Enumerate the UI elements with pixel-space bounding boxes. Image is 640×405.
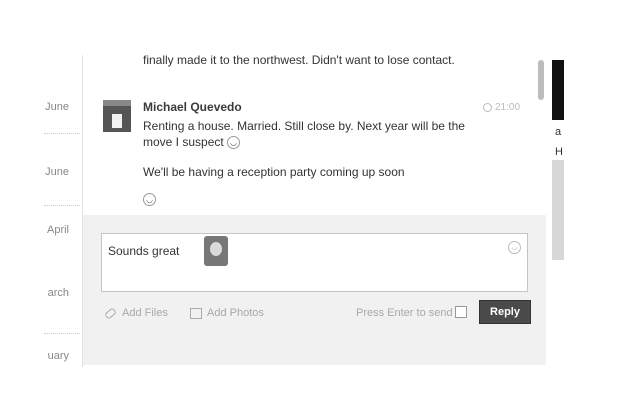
reply-input[interactable]: Sounds great ◡: [101, 233, 528, 292]
timeline-month[interactable]: June: [45, 166, 69, 178]
clock-icon: [483, 102, 492, 112]
paperclip-icon: [104, 306, 117, 320]
message-author[interactable]: Michael Quevedo: [143, 100, 242, 114]
side-text: H: [555, 146, 563, 158]
add-photos-button[interactable]: Add Photos: [190, 307, 264, 319]
add-files-button[interactable]: Add Files: [104, 306, 168, 320]
enter-to-send-checkbox[interactable]: [455, 306, 467, 318]
timeline-month[interactable]: April: [47, 224, 69, 236]
inline-photo: [204, 236, 228, 266]
reply-button[interactable]: Reply: [479, 300, 531, 324]
message-text: Renting a house. Married. Still close by…: [143, 119, 465, 150]
divider: [44, 205, 80, 206]
scrollbar[interactable]: [538, 60, 544, 100]
compose-area: Sounds great ◡ Add Files Add Photos Pres…: [83, 215, 546, 365]
timeline-month[interactable]: June: [45, 101, 69, 113]
message-thread: finally made it to the northwest. Didn't…: [83, 0, 540, 215]
side-text: a: [555, 126, 562, 138]
message-text: We'll be having a reception party coming…: [143, 165, 405, 179]
timeline-month[interactable]: uary: [48, 350, 69, 362]
timeline-month[interactable]: arch: [48, 287, 69, 299]
smiley-icon: ◡: [227, 136, 241, 150]
emoji-icon[interactable]: ◡: [508, 241, 521, 254]
divider: [44, 333, 80, 334]
enter-to-send-label: Press Enter to send: [356, 307, 453, 319]
message-text: finally made it to the northwest. Didn't…: [143, 53, 455, 67]
message-emoji: ◡: [143, 191, 156, 209]
divider: [44, 133, 80, 134]
photo-icon: [190, 307, 202, 319]
timeline-column: June June April arch uary: [0, 0, 83, 405]
side-image: [552, 60, 564, 120]
smiley-icon: ◡: [143, 193, 156, 207]
message-time: 21:00: [483, 102, 520, 113]
reply-input-text: Sounds great: [108, 244, 180, 258]
side-panel: [552, 160, 564, 260]
avatar[interactable]: [103, 100, 131, 132]
